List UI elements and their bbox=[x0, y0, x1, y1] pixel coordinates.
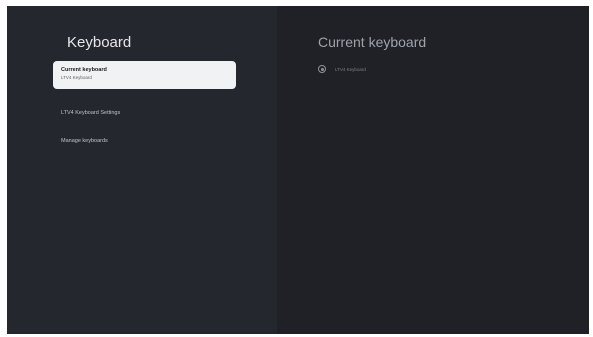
menu-item-label: LTV4 Keyboard Settings bbox=[61, 110, 121, 116]
keyboard-option[interactable]: LTV4 Keyboard bbox=[318, 65, 366, 73]
menu-item-manage-keyboards[interactable]: Manage keyboards bbox=[53, 130, 236, 146]
detail-title: Current keyboard bbox=[318, 34, 427, 50]
page-title: Keyboard bbox=[67, 34, 132, 51]
menu-item-label: Manage keyboards bbox=[61, 138, 108, 144]
menu-item-keyboard-settings[interactable]: LTV4 Keyboard Settings bbox=[53, 102, 236, 118]
settings-menu-panel: Keyboard Current keyboard LTV4 Keyboard … bbox=[7, 6, 277, 334]
keyboard-option-label: LTV4 Keyboard bbox=[335, 66, 366, 72]
menu-item-current-keyboard[interactable]: Current keyboard LTV4 Keyboard bbox=[53, 61, 236, 89]
menu-item-sublabel: LTV4 Keyboard bbox=[61, 75, 92, 80]
tv-settings-screen: Keyboard Current keyboard LTV4 Keyboard … bbox=[7, 6, 589, 334]
menu-item-label: Current keyboard bbox=[61, 67, 107, 73]
radio-selected-icon[interactable] bbox=[318, 65, 326, 73]
